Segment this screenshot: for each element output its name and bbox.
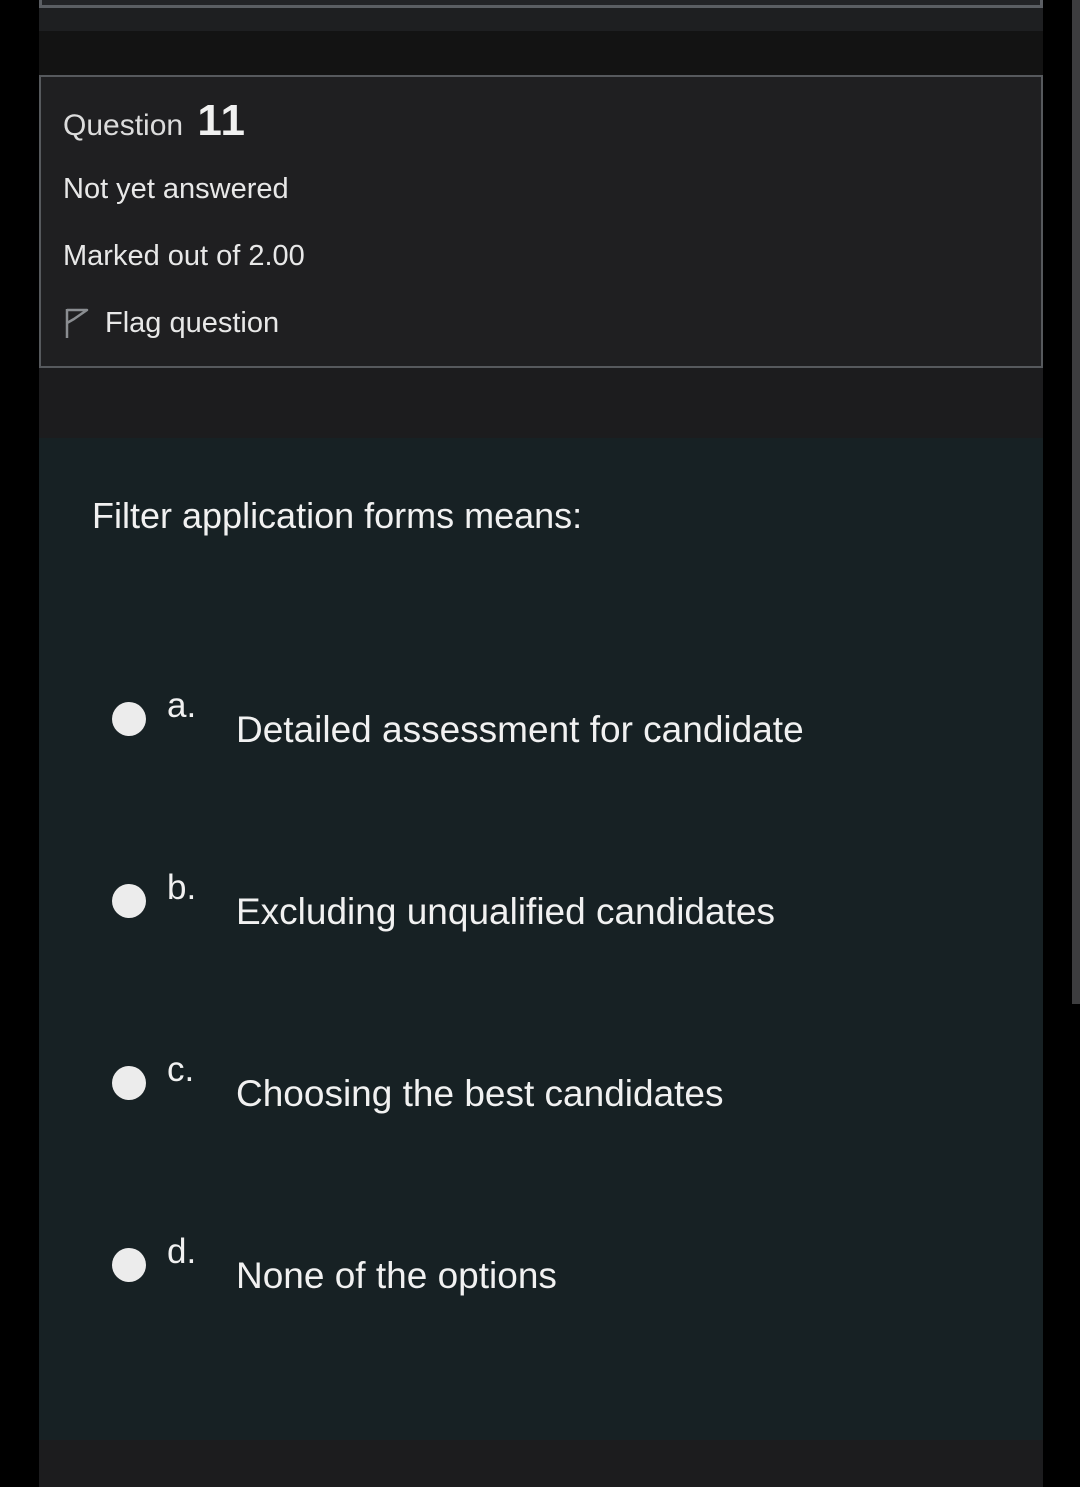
answer-letter: d. (167, 1232, 197, 1271)
answer-text: Detailed assessment for candidate (236, 709, 804, 750)
flag-question-button[interactable]: Flag question (63, 303, 279, 343)
question-info-panel: Question 11 Not yet answered Marked out … (39, 75, 1043, 368)
radio-button[interactable] (112, 702, 146, 736)
question-label: Question (63, 109, 184, 142)
answer-letter: c. (167, 1050, 195, 1089)
flag-question-label: Flag question (105, 307, 280, 339)
answer-option-b[interactable]: b. Excluding unqualified candidates (111, 868, 1011, 948)
radio-button[interactable] (112, 1248, 146, 1282)
question-title: Question 11 (63, 99, 246, 146)
answer-text: Choosing the best candidates (236, 1073, 724, 1114)
question-number: 11 (197, 96, 246, 145)
question-separator (39, 31, 1043, 75)
panel-gap (39, 368, 1043, 438)
answer-letter: a. (167, 686, 197, 725)
answer-letter: b. (167, 868, 197, 907)
flag-outline-icon (65, 308, 89, 338)
answer-text: Excluding unqualified candidates (236, 891, 775, 932)
question-content-panel: Filter application forms means: a. Detai… (39, 438, 1043, 1440)
answer-option-a[interactable]: a. Detailed assessment for candidate (111, 686, 1011, 766)
question-status: Not yet answered (63, 173, 289, 205)
answer-text: None of the options (236, 1255, 557, 1296)
quiz-page: Question 11 Not yet answered Marked out … (0, 0, 1080, 1487)
answer-option-c[interactable]: c. Choosing the best candidates (111, 1050, 1011, 1130)
scrollbar-thumb[interactable] (1072, 0, 1080, 1004)
previous-question-border (39, 0, 1043, 8)
previous-question-end (39, 0, 1043, 31)
question-prompt: Filter application forms means: (92, 495, 583, 536)
page-bottom (39, 1440, 1043, 1487)
answer-option-d[interactable]: d. None of the options (111, 1232, 1011, 1312)
question-marks: Marked out of 2.00 (63, 240, 305, 272)
radio-button[interactable] (112, 884, 146, 918)
radio-button[interactable] (112, 1066, 146, 1100)
